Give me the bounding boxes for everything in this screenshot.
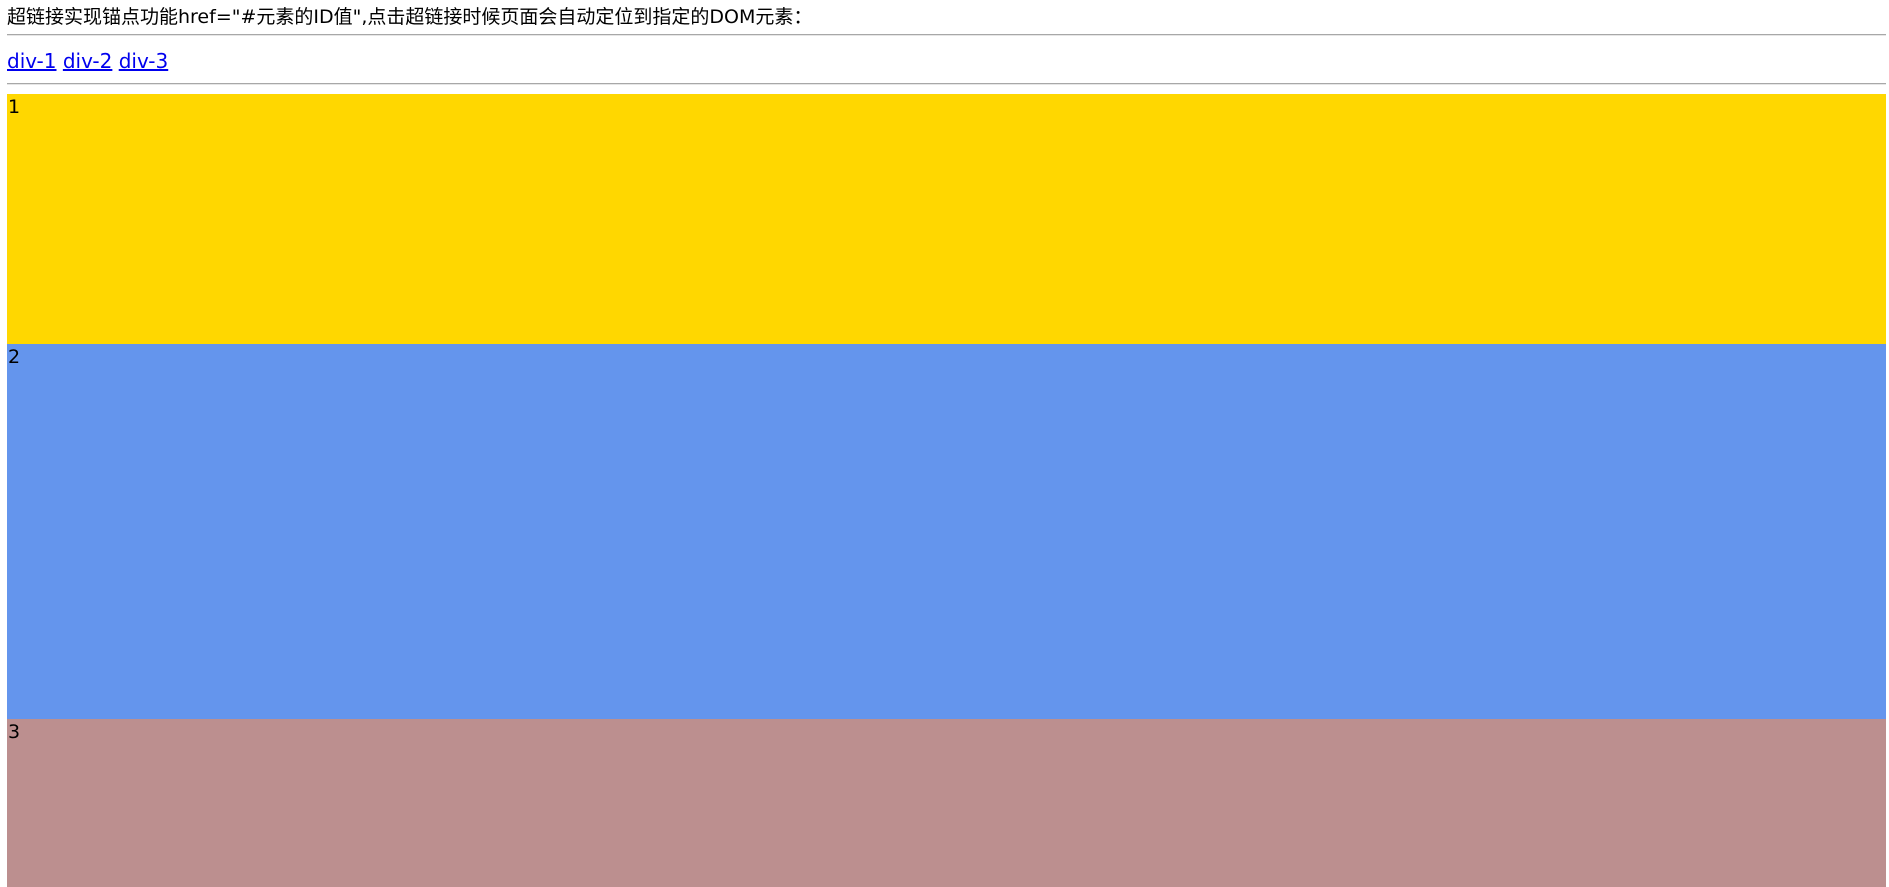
block-label-2: 2 (8, 346, 21, 368)
target-block-3: 3 (7, 719, 1886, 887)
anchor-link-div-1[interactable]: div-1 (7, 49, 57, 73)
divider-spacing (7, 85, 1889, 94)
block-label-3: 3 (8, 721, 21, 743)
target-block-1: 1 (7, 94, 1886, 344)
intro-text: 超链接实现锚点功能href="#元素的ID值",点击超链接时候页面会自动定位到指… (7, 6, 813, 28)
target-block-2: 2 (7, 344, 1886, 719)
anchor-links: div-1 div-2 div-3 (7, 36, 1889, 83)
anchor-link-div-2[interactable]: div-2 (63, 49, 113, 73)
block-label-1: 1 (8, 96, 21, 118)
anchor-link-div-3[interactable]: div-3 (119, 49, 169, 73)
page: 超链接实现锚点功能href="#元素的ID值",点击超链接时候页面会自动定位到指… (0, 0, 1889, 887)
